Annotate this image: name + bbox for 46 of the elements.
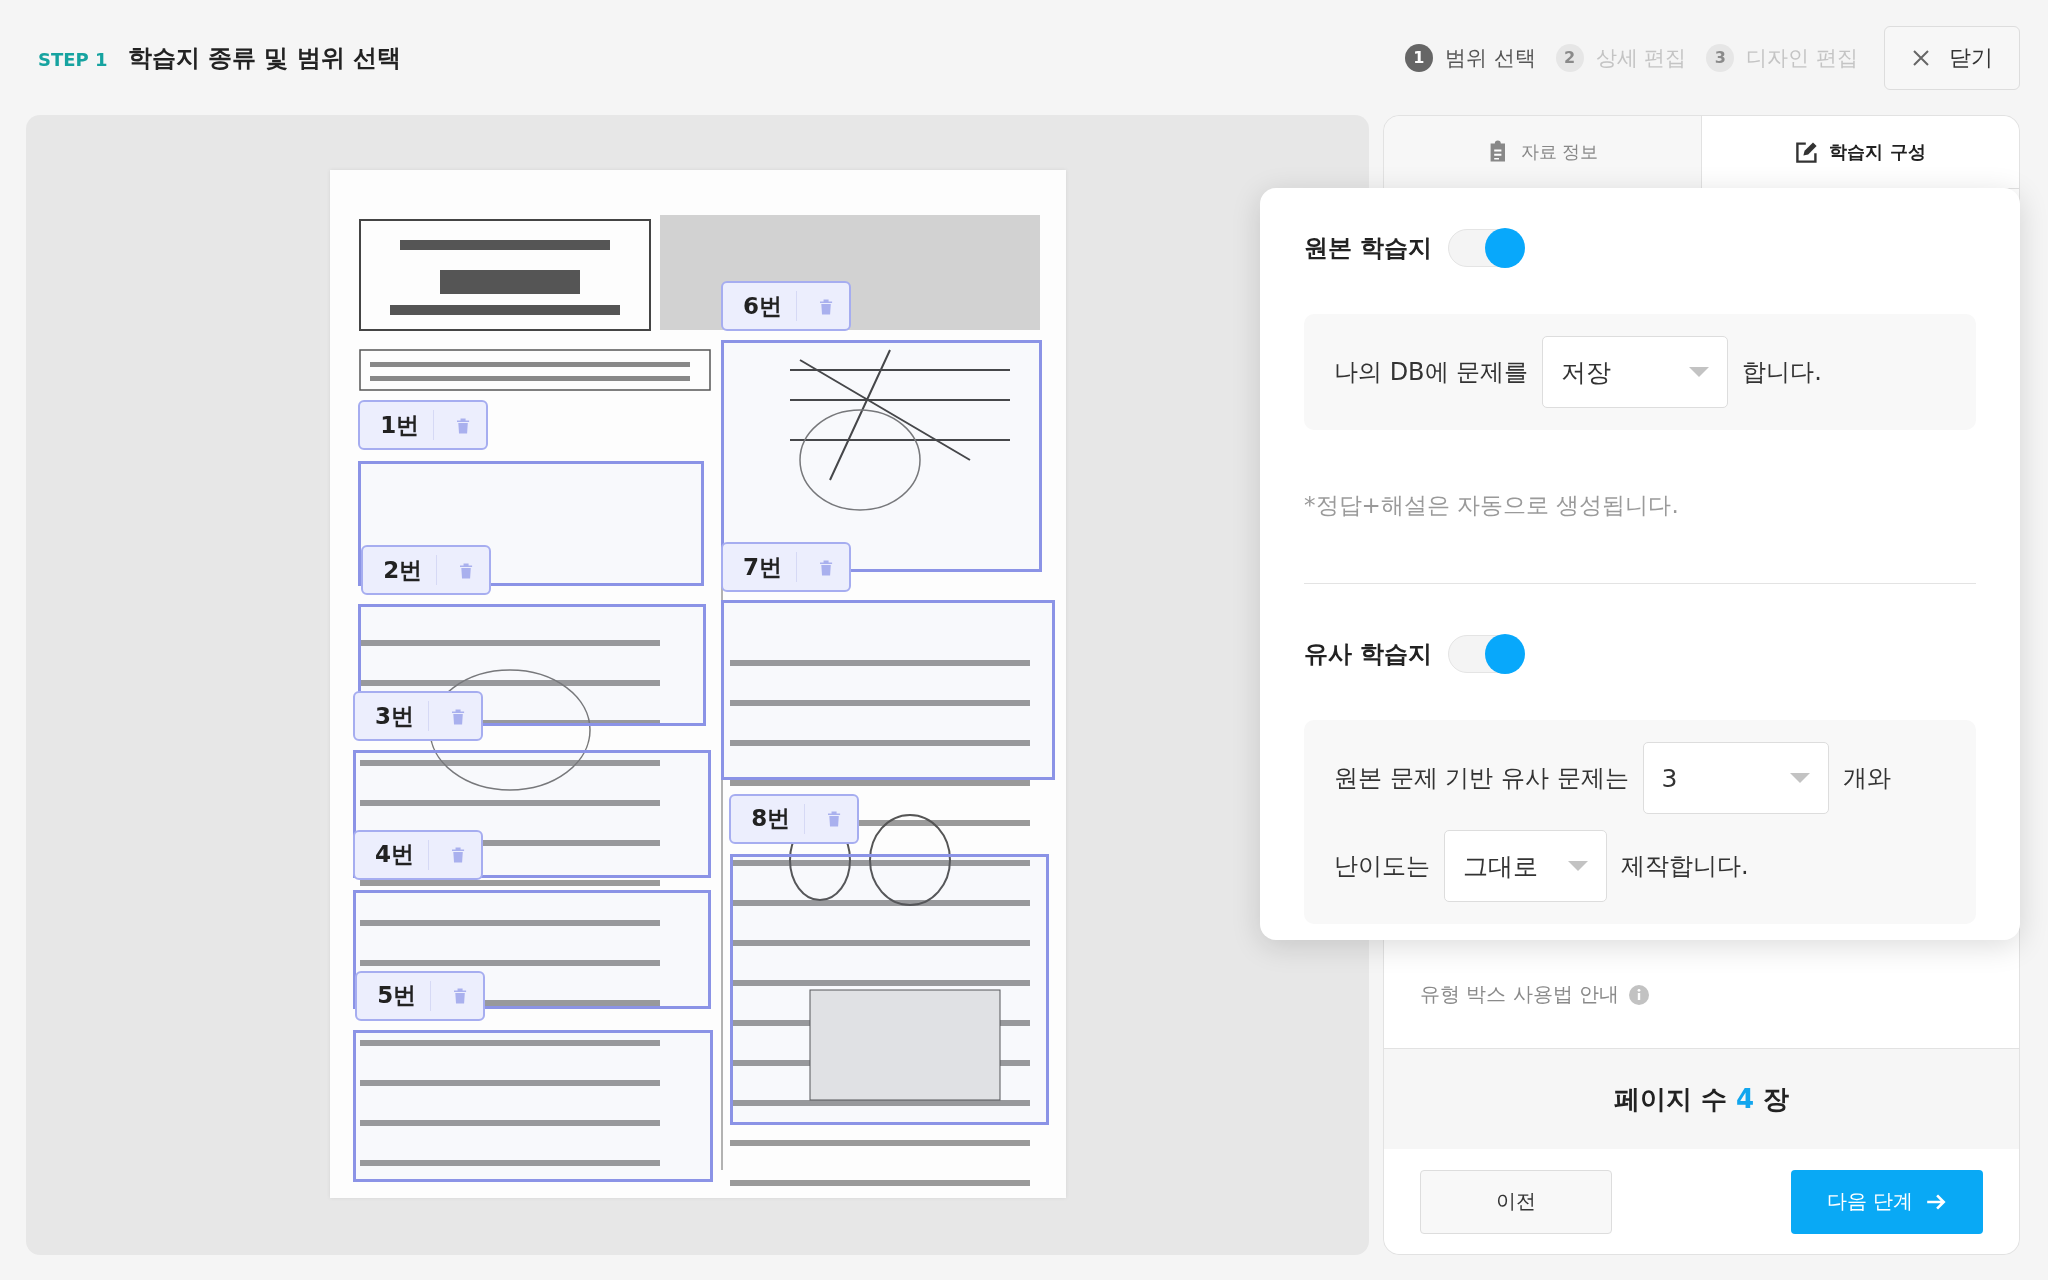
option-text: 나의 DB에 문제를 [1334, 357, 1529, 388]
edit-icon [1795, 140, 1820, 164]
option-text: 난이도는 [1334, 851, 1430, 882]
trash-icon[interactable] [818, 296, 834, 316]
region-number: 1번 [380, 410, 420, 440]
dropdown[interactable]: 그대로 [1444, 830, 1607, 902]
region-number: 5번 [377, 981, 417, 1011]
trash-icon[interactable] [818, 557, 834, 577]
region-number: 6번 [743, 291, 783, 321]
dropdown[interactable]: 저장 [1542, 336, 1729, 408]
option-text: 원본 문제 기반 유사 문제는 [1334, 763, 1629, 794]
step-number-badge: 1 [1404, 43, 1433, 72]
info-icon[interactable] [1629, 984, 1650, 1005]
note-text: *정답+해설은 자동으로 생성됩니다. [1304, 491, 1680, 520]
close-button[interactable]: 닫기 [1884, 25, 2020, 90]
trash-icon[interactable] [450, 706, 466, 726]
option-text: 제작합니다. [1621, 851, 1749, 882]
region-number: 3번 [375, 701, 415, 731]
trash-icon[interactable] [459, 560, 474, 580]
step-number-badge: 3 [1706, 43, 1735, 72]
trash-icon[interactable] [827, 809, 842, 829]
close-icon [1911, 47, 1931, 68]
option-text: 개와 [1842, 763, 1891, 794]
step-label: 범위 선택 [1444, 44, 1536, 72]
caret-icon [1689, 367, 1710, 377]
tab[interactable]: 학습지 구성 [1702, 116, 2019, 189]
toggle-switch[interactable] [1448, 229, 1525, 267]
step-number-badge: 2 [1555, 43, 1584, 72]
page-count: 페이지 수 4 장 [1613, 1082, 1790, 1116]
caret-icon [1789, 773, 1810, 783]
section-title: 유사 학습지 [1304, 639, 1433, 670]
section-title: 원본 학습지 [1304, 233, 1433, 264]
caret-icon [1568, 861, 1588, 871]
region-number: 2번 [383, 555, 423, 585]
trash-icon[interactable] [450, 845, 466, 865]
page-title: 학습지 종류 및 범위 선택 [127, 42, 401, 74]
dropdown[interactable]: 3 [1642, 742, 1829, 814]
region-number: 7번 [743, 552, 783, 582]
region-number: 4번 [375, 840, 415, 870]
previous-button[interactable]: 이전 [1420, 1169, 1612, 1234]
step-label: STEP 1 [38, 48, 108, 70]
trash-icon[interactable] [456, 415, 471, 435]
region-number: 8번 [751, 804, 791, 834]
toggle-switch[interactable] [1448, 635, 1525, 673]
option-text: 합니다. [1742, 357, 1822, 388]
trash-icon[interactable] [453, 986, 468, 1006]
